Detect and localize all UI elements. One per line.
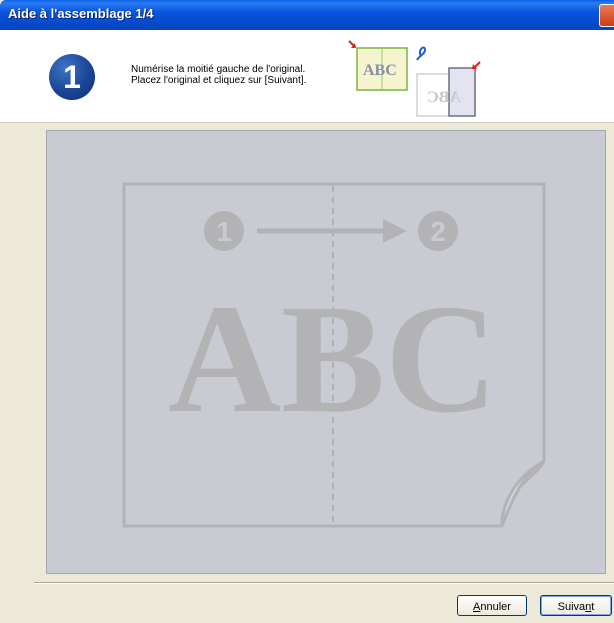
flip-arrow-icon [416, 46, 427, 61]
mini-front-text: ABC [363, 62, 397, 79]
next-label-start: Suiva [557, 601, 586, 613]
window-title: Aide à l'assemblage 1/4 [8, 6, 154, 21]
cancel-label: nnuler [480, 601, 511, 613]
next-button[interactable]: Suivant [540, 595, 612, 616]
close-button[interactable] [599, 4, 614, 27]
step-two-label: 2 [430, 216, 446, 247]
step-one-label: 1 [216, 216, 232, 247]
preview-area: 1 2 ABC [46, 130, 606, 574]
red-arrow-icon [472, 61, 481, 69]
instruction-line-2: Placez l'original et cliquez sur [Suivan… [131, 75, 307, 86]
instruction-line-1: Numérise la moitié gauche de l'original. [131, 64, 306, 75]
cancel-button[interactable]: Annuler [457, 595, 527, 616]
direction-arrow-head [383, 219, 407, 243]
next-label-end: t [591, 601, 595, 613]
instruction-header: 1 Numérise la moitié gauche de l'origina… [0, 30, 614, 123]
button-separator [34, 582, 614, 584]
mini-back-text: ABC [427, 89, 461, 106]
red-arrow-icon [348, 40, 356, 48]
step-number-badge: 1 [49, 54, 95, 100]
scan-placement-diagram: ABC ABC [348, 40, 481, 117]
big-abc-text: ABC [168, 272, 497, 445]
scan-guide-illustration: 1 2 ABC [122, 182, 546, 528]
dialog-window: Aide à l'assemblage 1/4 1 Numérise la mo… [0, 0, 614, 623]
instruction-text: Numérise la moitié gauche de l'original.… [131, 64, 306, 86]
title-bar[interactable]: Aide à l'assemblage 1/4 [0, 0, 614, 30]
